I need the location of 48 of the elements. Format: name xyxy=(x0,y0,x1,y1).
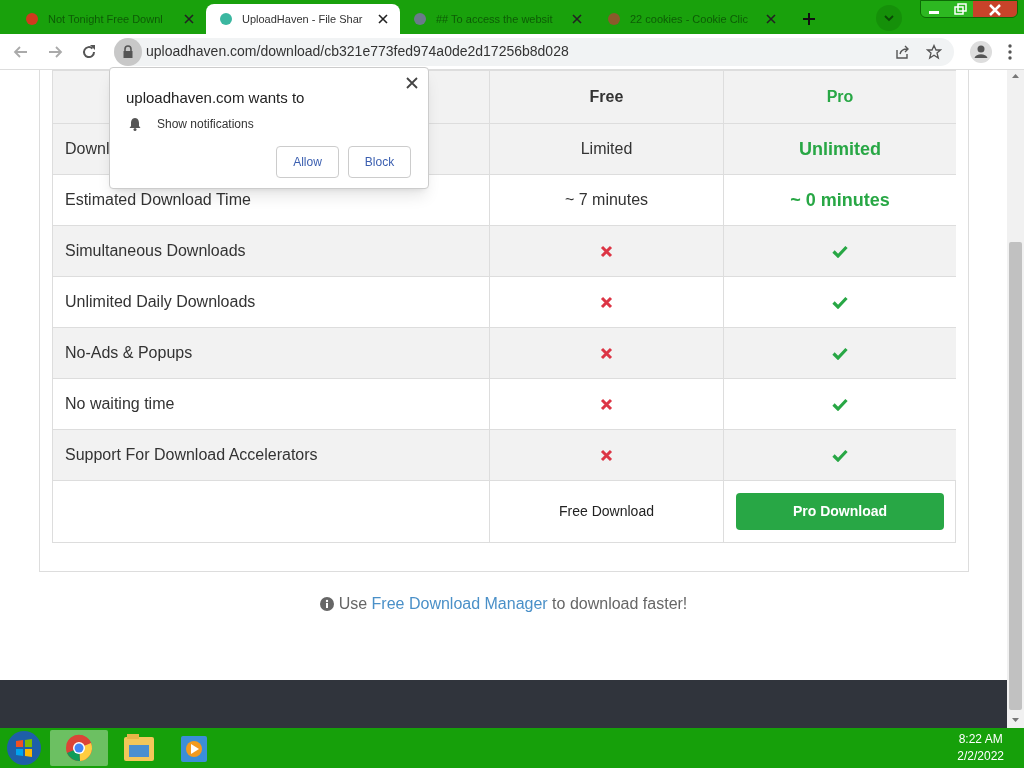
clock-date[interactable]: 2/2/2022 xyxy=(957,748,1004,765)
favicon-icon xyxy=(24,11,40,27)
permission-text: Show notifications xyxy=(157,116,254,133)
info-icon xyxy=(319,597,334,611)
close-icon[interactable] xyxy=(378,14,388,24)
share-icon[interactable] xyxy=(894,43,910,60)
free-value: Limited xyxy=(580,139,633,159)
start-icon[interactable] xyxy=(4,729,44,767)
browser-tab[interactable]: Not Tonight Free Downl xyxy=(12,4,206,34)
pro-value: ~ 0 minutes xyxy=(790,188,890,212)
feature-label: No-Ads & Popups xyxy=(65,343,193,363)
feature-label: Unlimited Daily Downloads xyxy=(65,292,256,312)
minimize-icon[interactable] xyxy=(921,1,947,17)
popup-button[interactable]: Block xyxy=(348,146,411,178)
reload-icon[interactable] xyxy=(80,42,98,61)
star-icon[interactable] xyxy=(926,43,942,60)
menu-icon[interactable] xyxy=(1008,43,1012,60)
pro-download-button[interactable]: Pro Download xyxy=(736,493,944,530)
close-icon[interactable] xyxy=(406,77,418,89)
tip-text: Use Free Download Manager to download faster! xyxy=(338,594,688,614)
feature-label: Estimated Download Time xyxy=(65,190,251,210)
browser-tab[interactable]: 22 cookies - Cookie Clic xyxy=(594,4,788,34)
pro-value: Unlimited xyxy=(799,137,881,161)
new-tab-icon[interactable] xyxy=(802,12,816,26)
column-header: Pro xyxy=(723,70,956,123)
popup-title: uploadhaven.com wants to xyxy=(126,88,305,108)
close-window-icon[interactable] xyxy=(973,1,1017,17)
bell-icon xyxy=(129,117,141,131)
favicon-icon xyxy=(218,11,234,27)
download-manager-link[interactable]: Free Download Manager xyxy=(371,595,548,612)
browser-tab[interactable]: ## To access the websit xyxy=(400,4,594,34)
free-value: ~ 7 minutes xyxy=(564,190,649,210)
feature-label: Downl xyxy=(65,139,110,159)
address-field[interactable]: uploadhaven.com/download/cb321e773fed974a0de2d17256b8d028 xyxy=(114,37,954,66)
clock-time[interactable]: 8:22 AM xyxy=(958,731,1003,748)
profile-icon[interactable] xyxy=(970,40,992,63)
column-header: Free xyxy=(489,70,723,123)
feature-label: No waiting time xyxy=(65,394,175,414)
chrome-icon[interactable] xyxy=(50,730,108,766)
feature-label: Simultaneous Downloads xyxy=(65,241,246,261)
free-download-link[interactable]: Free Download xyxy=(559,501,654,522)
favicon-icon xyxy=(412,11,428,27)
browser-tab[interactable]: UploadHaven - File Shar xyxy=(206,4,400,34)
feature-label: Support For Download Accelerators xyxy=(65,445,318,465)
tab-search-icon[interactable] xyxy=(876,5,902,31)
favicon-icon xyxy=(606,11,622,27)
popup-button[interactable]: Allow xyxy=(276,146,339,178)
scrollbar[interactable] xyxy=(1007,70,1024,728)
